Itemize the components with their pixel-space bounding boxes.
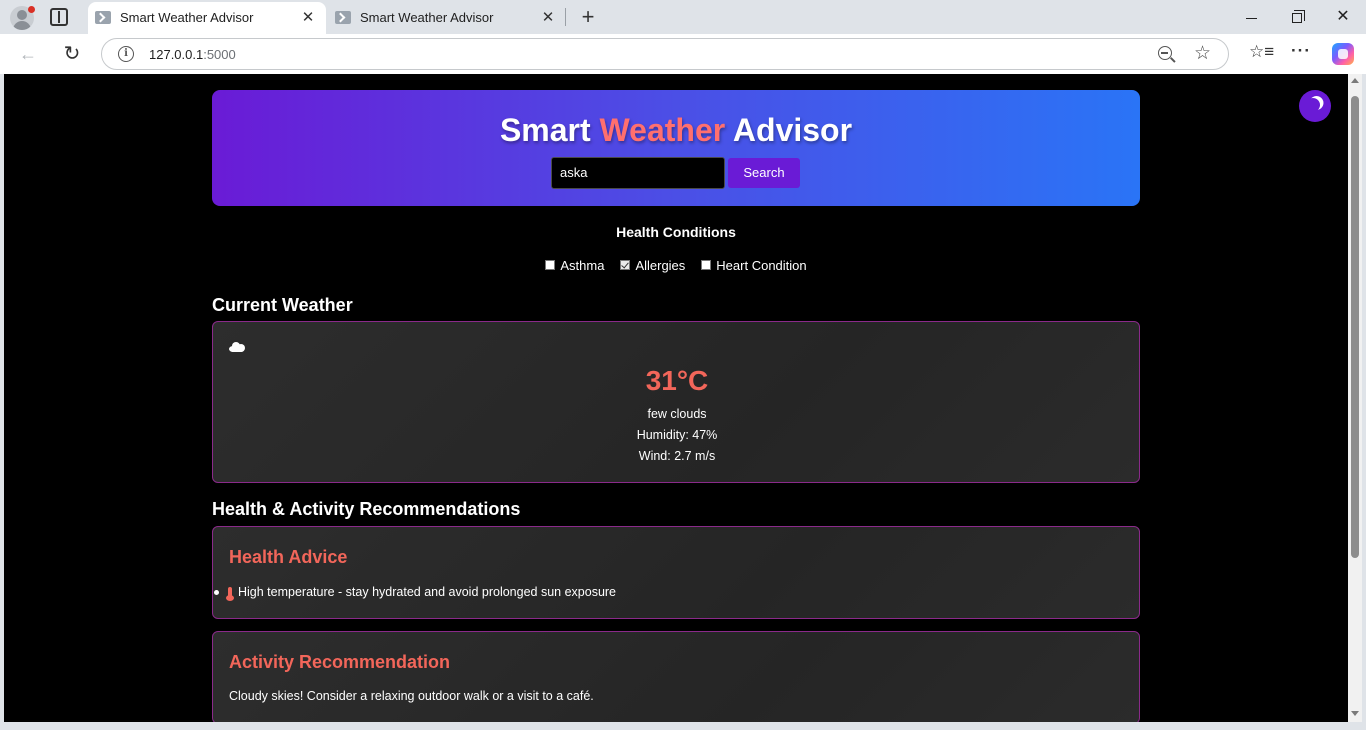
tab-favicon-icon — [95, 11, 111, 24]
bullet-icon — [214, 589, 219, 595]
tab-title: Smart Weather Advisor — [120, 10, 254, 25]
tab-separator — [565, 8, 566, 26]
page-scrollbar[interactable] — [1348, 74, 1362, 722]
app-header: Smart Weather Advisor aska Search — [212, 90, 1140, 206]
asthma-checkbox[interactable] — [545, 260, 556, 270]
zoom-out-icon[interactable] — [1158, 46, 1172, 60]
browser-tab-inactive[interactable]: Smart Weather Advisor ✕ — [328, 2, 566, 34]
activity-recommendation-text: Cloudy skies! Consider a relaxing outdoo… — [229, 689, 594, 703]
window-bottom-edge — [0, 722, 1366, 730]
health-advice-text: High temperature - stay hydrated and avo… — [238, 585, 617, 599]
condition-label: Asthma — [560, 257, 605, 273]
allergies-checkbox[interactable] — [620, 260, 631, 270]
tab-favicon-icon — [335, 11, 351, 24]
humidity-value: Humidity: 47% — [636, 428, 718, 442]
favorite-star-icon[interactable]: ☆ — [1194, 42, 1211, 65]
url-host: 127.0.0.1 — [149, 47, 204, 62]
health-advice-title: Health Advice — [229, 547, 348, 567]
activity-recommendation-card: Activity Recommendation Cloudy skies! Co… — [212, 631, 1140, 722]
app-title-part1: Smart — [499, 112, 600, 148]
search-button[interactable]: Search — [728, 158, 800, 188]
app-title-accent: Weather — [599, 112, 726, 148]
new-tab-icon[interactable]: + — [576, 4, 600, 30]
city-search-input[interactable]: aska — [551, 157, 725, 189]
condition-label: Heart Condition — [716, 257, 807, 273]
url-port: :5000 — [203, 47, 236, 62]
scrollbar-thumb[interactable] — [1351, 96, 1359, 558]
browser-tab-active[interactable]: Smart Weather Advisor ✕ — [88, 2, 326, 34]
window-restore-button[interactable] — [1274, 0, 1320, 34]
current-weather-heading: Current Weather — [212, 295, 353, 315]
app-title-part2: Advisor — [725, 112, 853, 148]
scroll-down-arrow-icon[interactable] — [1351, 711, 1359, 716]
health-conditions-options: Asthma Allergies Heart Condition — [212, 256, 1140, 274]
scroll-up-arrow-icon[interactable] — [1351, 78, 1359, 83]
browser-toolbar: ← ↻ i 127.0.0.1:5000 ☆ ☆≡ ··· — [0, 34, 1366, 74]
notification-dot-icon — [28, 6, 35, 13]
tab-actions-icon[interactable] — [50, 8, 68, 26]
thermometer-icon — [226, 586, 234, 601]
moon-icon — [1303, 95, 1322, 114]
dark-mode-toggle-button[interactable] — [1299, 90, 1331, 122]
condition-asthma[interactable]: Asthma — [545, 256, 604, 274]
tab-close-icon[interactable]: ✕ — [298, 8, 318, 28]
tab-title: Smart Weather Advisor — [360, 10, 494, 25]
site-info-icon[interactable]: i — [118, 46, 134, 62]
more-options-icon[interactable]: ··· — [1291, 41, 1311, 61]
url-text[interactable]: 127.0.0.1:5000 — [149, 47, 236, 62]
health-conditions-title: Health Conditions — [616, 224, 736, 240]
address-bar[interactable]: i 127.0.0.1:5000 ☆ — [101, 38, 1229, 70]
weather-description: few clouds — [647, 407, 707, 421]
list-item: High temperature - stay hydrated and avo… — [214, 585, 617, 601]
condition-label: Allergies — [635, 257, 686, 273]
heart-condition-checkbox[interactable] — [701, 260, 712, 270]
window-close-button[interactable]: ✕ — [1320, 0, 1366, 34]
wind-value: Wind: 2.7 m/s — [638, 449, 716, 463]
activity-recommendation-title: Activity Recommendation — [229, 652, 451, 672]
recommendations-heading: Health & Activity Recommendations — [212, 499, 521, 519]
reload-icon[interactable]: ↻ — [58, 40, 86, 68]
app-title: Smart Weather Advisor — [212, 112, 1140, 149]
browser-tab-bar: Smart Weather Advisor ✕ Smart Weather Ad… — [0, 0, 1366, 34]
current-weather-card: 31°C few clouds Humidity: 47% Wind: 2.7 … — [212, 321, 1140, 483]
copilot-icon[interactable] — [1332, 43, 1354, 65]
window-minimize-button[interactable] — [1228, 0, 1274, 34]
cloud-icon — [229, 342, 245, 352]
health-advice-card: Health Advice High temperature - stay hy… — [212, 526, 1140, 619]
condition-heart[interactable]: Heart Condition — [701, 256, 807, 274]
back-arrow-icon[interactable]: ← — [14, 40, 42, 68]
temperature-value: 31°C — [645, 365, 709, 396]
tab-close-icon[interactable]: ✕ — [538, 8, 558, 28]
favorites-list-icon[interactable]: ☆≡ — [1249, 42, 1274, 62]
page-viewport: Smart Weather Advisor aska Search Health… — [4, 74, 1348, 722]
condition-allergies[interactable]: Allergies — [620, 256, 685, 274]
